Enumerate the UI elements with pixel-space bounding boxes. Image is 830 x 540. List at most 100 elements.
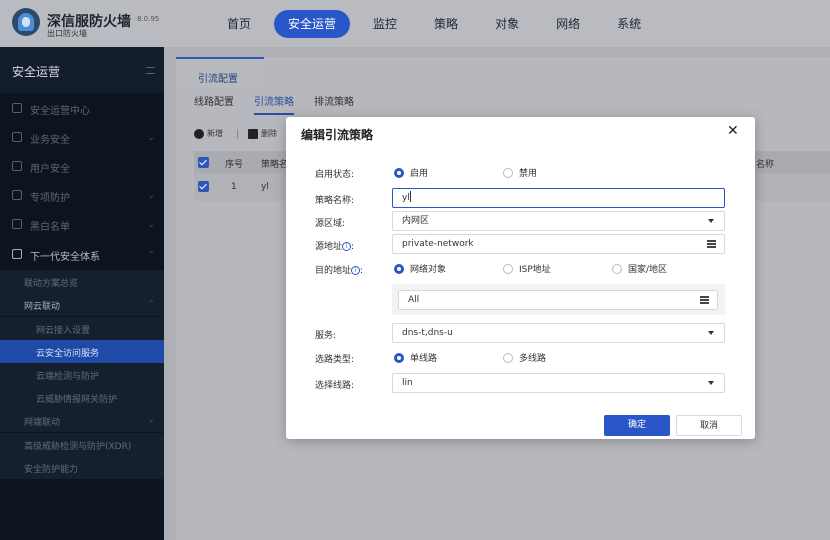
edit-steering-policy-dialog: 编辑引流策略 ✕ 启用状态: 启用 禁用 策略名称: yl 源区域: 内网区 源… bbox=[286, 117, 755, 439]
chevron-up-icon: ⌃ bbox=[148, 299, 155, 308]
radio-label: 禁用 bbox=[519, 169, 538, 179]
select-value: dns-t,dns-u bbox=[402, 328, 453, 338]
dst-addr-label-text: 目的地址 bbox=[315, 266, 352, 276]
add-button[interactable]: 新增 bbox=[194, 128, 223, 139]
src-zone-label: 源区域: bbox=[315, 219, 346, 229]
sidebar-item-user-security[interactable]: 用户安全 bbox=[0, 152, 164, 180]
dropdown-arrow-icon bbox=[708, 219, 714, 223]
status-enable-radio[interactable]: 启用 bbox=[394, 166, 428, 179]
sidebar-sub-label: 网云接入设置 bbox=[36, 326, 91, 336]
col-name: 策略名 bbox=[261, 160, 289, 170]
sidebar-sub-label: 网云联动 bbox=[24, 302, 61, 312]
delete-button[interactable]: 删除 bbox=[248, 128, 277, 139]
sidebar-sub-threat-intel-gateway[interactable]: 云威胁情报网关防护 bbox=[0, 386, 164, 409]
nav-objects[interactable]: 对象 bbox=[481, 10, 533, 38]
sidebar-item-label: 黑白名单 bbox=[30, 222, 70, 233]
list-icon[interactable] bbox=[707, 240, 716, 248]
tab-label: 引流配置 bbox=[198, 74, 238, 85]
policy-name-input[interactable]: yl bbox=[392, 188, 725, 208]
dst-network-object-radio[interactable]: 网络对象 bbox=[394, 262, 446, 275]
nav-policy[interactable]: 策略 bbox=[420, 10, 472, 38]
nav-home[interactable]: 首页 bbox=[213, 10, 265, 38]
shield-grid-icon bbox=[12, 190, 22, 200]
nav-monitor[interactable]: 监控 bbox=[359, 10, 411, 38]
sidebar-sub-label: 安全防护能力 bbox=[24, 465, 79, 475]
delete-icon bbox=[248, 128, 258, 139]
src-zone-select[interactable]: 内网区 bbox=[392, 211, 725, 231]
subtab-line-config[interactable]: 线路配置 bbox=[194, 95, 234, 115]
route-multi-radio[interactable]: 多线路 bbox=[503, 351, 546, 364]
users-icon bbox=[12, 219, 22, 229]
subtab-steering-policy[interactable]: 引流策略 bbox=[254, 95, 294, 115]
shield-icon bbox=[12, 249, 22, 259]
route-select[interactable]: lin bbox=[392, 373, 725, 393]
radio-dot bbox=[394, 263, 404, 274]
service-label: 服务: bbox=[315, 331, 337, 341]
sidebar-item-business-security[interactable]: 业务安全 ⌄ bbox=[0, 123, 164, 151]
row-checkbox[interactable] bbox=[198, 181, 209, 192]
sidebar-item-label: 用户安全 bbox=[30, 164, 70, 175]
tab-traffic-steering-config[interactable]: 引流配置 bbox=[176, 57, 264, 89]
nav-system[interactable]: 系统 bbox=[603, 10, 655, 38]
route-label: 选择线路: bbox=[315, 381, 355, 391]
delete-label: 删除 bbox=[261, 129, 277, 138]
dst-isp-radio[interactable]: ISP地址 bbox=[503, 262, 551, 275]
sidebar-sub-cloud-secure-access[interactable]: 云安全访问服务 bbox=[0, 340, 164, 363]
sidebar-sub-net-cloud-linkage[interactable]: 网云联动 ⌃ bbox=[0, 293, 164, 316]
dialog-title: 编辑引流策略 bbox=[301, 128, 374, 142]
dst-country-radio[interactable]: 国家/地区 bbox=[612, 262, 667, 275]
service-select[interactable]: dns-t,dns-u bbox=[392, 323, 725, 343]
radio-dot bbox=[503, 263, 513, 274]
info-icon[interactable]: i bbox=[342, 242, 352, 251]
brand-subtitle: 出口防火墙 bbox=[47, 29, 87, 38]
dst-addr-input[interactable]: All bbox=[398, 290, 718, 310]
sangfor-logo-icon bbox=[12, 8, 40, 36]
nav-security-ops[interactable]: 安全运营 bbox=[274, 10, 351, 38]
select-value: 内网区 bbox=[402, 216, 430, 226]
close-icon[interactable]: ✕ bbox=[727, 123, 739, 139]
radio-label: 多线路 bbox=[519, 354, 547, 364]
input-value: private-network bbox=[402, 239, 474, 249]
sidebar: 安全运营 安全运营中心 业务安全 ⌄ 用户安全 专项防护 ⌄ 黑白名单 ⌄ 下一… bbox=[0, 47, 164, 540]
input-value: All bbox=[408, 295, 420, 305]
top-bar: 深信服防火墙 出口防火墙 8.0.95 首页 安全运营 监控 策略 对象 网络 … bbox=[0, 0, 830, 47]
sidebar-item-label: 专项防护 bbox=[30, 193, 70, 204]
sidebar-sub-linkage-overview[interactable]: 联动方案总览 bbox=[0, 270, 164, 293]
sidebar-item-black-white-list[interactable]: 黑白名单 ⌄ bbox=[0, 210, 164, 238]
user-icon bbox=[12, 161, 22, 171]
radio-dot bbox=[394, 352, 404, 363]
sidebar-sub-label: 云端检测与防护 bbox=[36, 372, 100, 382]
input-value: yl bbox=[402, 193, 410, 203]
sidebar-item-next-gen-security[interactable]: 下一代安全体系 ⌃ bbox=[0, 240, 164, 268]
sidebar-item-special-protection[interactable]: 专项防护 ⌄ bbox=[0, 181, 164, 209]
chevron-down-icon: ⌄ bbox=[148, 133, 155, 142]
sidebar-sub-cloud-access-settings[interactable]: 网云接入设置 bbox=[0, 317, 164, 340]
sidebar-item-ops-center[interactable]: 安全运营中心 bbox=[0, 94, 164, 122]
sidebar-item-label: 安全运营中心 bbox=[30, 106, 90, 117]
sidebar-sub-protection-capability[interactable]: 安全防护能力 bbox=[0, 456, 164, 479]
subtab-exclusion-policy[interactable]: 排流策略 bbox=[314, 95, 354, 115]
sidebar-sub-net-endpoint-linkage[interactable]: 网端联动 ⌄ bbox=[0, 409, 164, 432]
info-icon[interactable]: i bbox=[351, 266, 361, 275]
sidebar-sub-xdr[interactable]: 高级威胁检测与防护(XDR) bbox=[0, 433, 164, 456]
radio-dot bbox=[503, 167, 513, 178]
status-disable-radio[interactable]: 禁用 bbox=[503, 166, 537, 179]
route-single-radio[interactable]: 单线路 bbox=[394, 351, 437, 364]
menu-collapse-icon[interactable] bbox=[146, 67, 155, 74]
sidebar-sub-label: 联动方案总览 bbox=[24, 279, 79, 289]
sidebar-sub-label: 高级威胁检测与防护(XDR) bbox=[24, 442, 132, 452]
select-all-checkbox[interactable] bbox=[198, 157, 209, 168]
layers-icon bbox=[12, 132, 22, 142]
sidebar-sub-label: 网端联动 bbox=[24, 418, 61, 428]
toolbar: 新增 删除 bbox=[194, 128, 291, 139]
dropdown-arrow-icon bbox=[708, 381, 714, 385]
chevron-down-icon: ⌄ bbox=[148, 191, 155, 200]
radio-dot bbox=[503, 352, 513, 363]
confirm-button[interactable]: 确定 bbox=[604, 415, 670, 436]
nav-network[interactable]: 网络 bbox=[542, 10, 594, 38]
sidebar-sub-cloud-detection[interactable]: 云端检测与防护 bbox=[0, 363, 164, 386]
main-nav: 首页 安全运营 监控 策略 对象 网络 系统 bbox=[213, 9, 664, 39]
list-icon[interactable] bbox=[700, 296, 709, 304]
src-addr-input[interactable]: private-network bbox=[392, 234, 725, 254]
cancel-button[interactable]: 取消 bbox=[676, 415, 742, 436]
